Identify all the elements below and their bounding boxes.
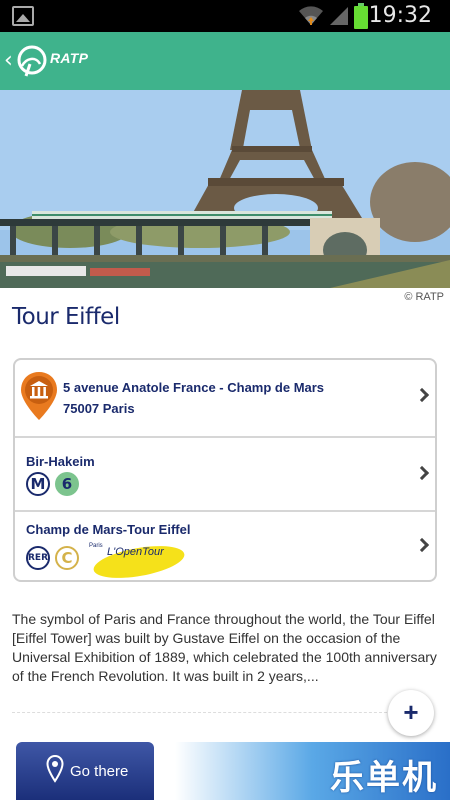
chevron-right-icon [414, 537, 430, 553]
battery-icon [354, 3, 368, 29]
clock: 19:32 [368, 3, 432, 28]
rer-icon: RER [26, 546, 50, 570]
address-line-2: 75007 Paris [63, 401, 135, 416]
divider [12, 712, 392, 713]
line-c-badge: C [55, 546, 79, 570]
opentour-small-label: Paris [89, 543, 103, 549]
go-there-button[interactable]: Go there [16, 742, 154, 800]
museum-pin-icon [21, 372, 57, 420]
stop-name: Champ de Mars-Tour Eiffel [26, 522, 191, 537]
chevron-right-icon [414, 387, 430, 403]
description-text: The symbol of Paris and France throughou… [12, 611, 437, 684]
ratp-logo-icon[interactable] [16, 44, 48, 78]
metro-icon: M [26, 472, 50, 496]
address-line-1: 5 avenue Anatole France - Champ de Mars [63, 380, 325, 395]
watermark-text: 乐单机 [330, 759, 438, 797]
page-title: Tour Eiffel [12, 304, 120, 330]
back-chevron-icon[interactable]: ‹ [4, 48, 13, 73]
expand-button[interactable]: + [388, 690, 434, 736]
info-card: 5 avenue Anatole France - Champ de Mars … [13, 358, 437, 582]
line-6-badge: 6 [55, 472, 79, 496]
chevron-right-icon [414, 465, 430, 481]
wifi-icon [299, 6, 323, 25]
status-bar: 19:32 [0, 0, 450, 32]
stop-name: Bir-Hakeim [26, 454, 95, 469]
stop-row-champ-de-mars[interactable]: Champ de Mars-Tour Eiffel RER C Paris L'… [15, 510, 435, 580]
address-row[interactable]: 5 avenue Anatole France - Champ de Mars … [15, 360, 435, 436]
photo-credit: © RATP [404, 291, 444, 303]
app-brand: RATP [50, 50, 89, 66]
gallery-notification-icon [12, 6, 34, 26]
watermark-banner: 乐单机 [175, 742, 450, 800]
stop-row-bir-hakeim[interactable]: Bir-Hakeim M 6 [15, 436, 435, 510]
opentour-label: L'OpenTour [107, 546, 164, 558]
location-pin-icon [46, 755, 64, 783]
place-photo [0, 90, 450, 288]
go-there-label: Go there [70, 763, 129, 780]
signal-icon [330, 7, 348, 25]
app-bar: ‹ RATP [0, 32, 450, 90]
